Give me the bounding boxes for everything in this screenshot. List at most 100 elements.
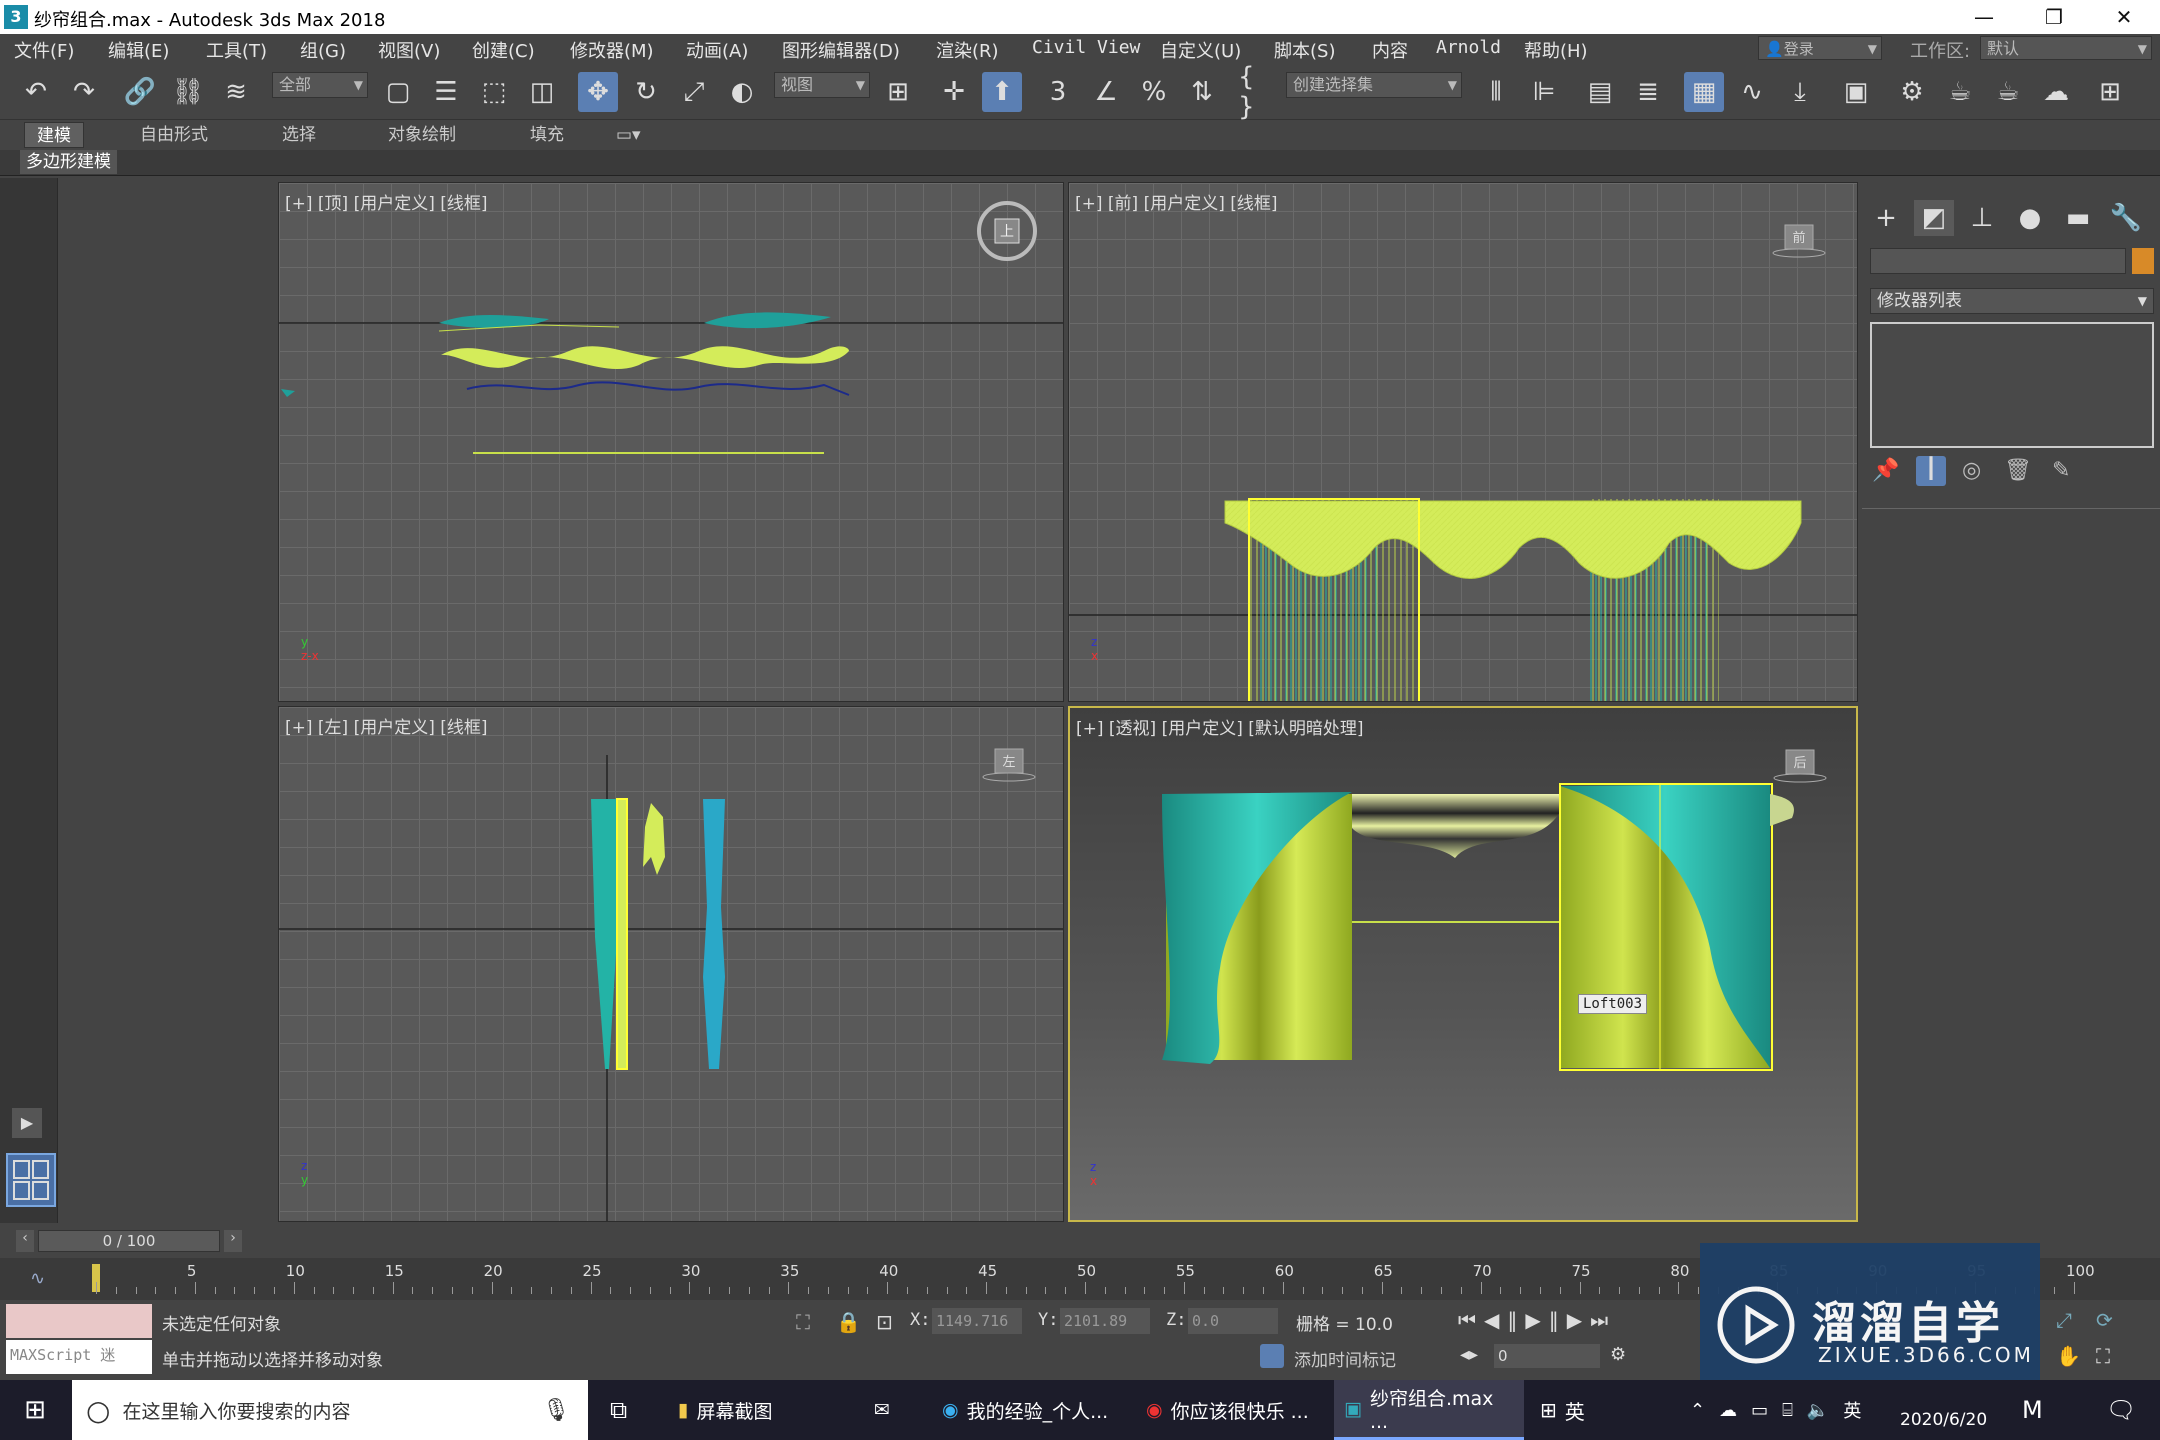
taskbar-date[interactable]: 2020/6/20 — [1900, 1410, 1987, 1430]
taskbar-item-edge[interactable]: ◉ 我的经验_个人... — [932, 1380, 1128, 1440]
reference-coord-dropdown[interactable]: 视图 ▼ — [774, 72, 870, 98]
zoom-extents-icon[interactable]: ⤢ — [2056, 1308, 2072, 1332]
ime-mode-icon[interactable]: M — [2012, 1380, 2053, 1440]
render-production-icon[interactable]: ☕ — [1988, 72, 2028, 112]
menu-content[interactable]: 内容 — [1372, 37, 1408, 63]
select-rotate-icon[interactable]: ↻ — [626, 72, 666, 112]
x-coord-field[interactable]: 1149.716 — [932, 1308, 1022, 1334]
menu-tools[interactable]: 工具(T) — [206, 37, 267, 63]
menu-civil-view[interactable]: Civil View — [1032, 37, 1140, 58]
go-to-end-icon[interactable]: ⏭ — [1590, 1308, 1616, 1332]
view-cube-icon[interactable]: 前 — [1769, 219, 1826, 273]
undo-icon[interactable]: ↶ — [16, 72, 56, 112]
absolute-mode-icon[interactable]: ⊡ — [876, 1310, 893, 1334]
scene-explorer-icon[interactable]: ▤ — [1580, 72, 1620, 112]
modifier-list-dropdown[interactable]: 修改器列表 ▼ — [1870, 288, 2154, 314]
z-coord-field[interactable]: 0.0 — [1188, 1308, 1278, 1334]
render-iterative-icon[interactable]: ☁ — [2036, 72, 2076, 112]
close-button[interactable]: ✕ — [2094, 2, 2154, 32]
key-mode-icon[interactable]: ◂▸ — [1460, 1344, 1478, 1365]
percent-snap-icon[interactable]: % — [1134, 72, 1174, 112]
rendered-frame-icon[interactable]: ☕ — [1940, 72, 1980, 112]
show-end-result-icon[interactable]: ┃ — [1916, 456, 1946, 486]
minimize-button[interactable]: — — [1954, 2, 2014, 32]
menu-customize[interactable]: 自定义(U) — [1160, 37, 1241, 63]
viewport-top[interactable]: [+] [顶] [用户定义] [线框] 上 y z-x — [278, 182, 1064, 702]
object-name-field[interactable] — [1870, 248, 2126, 274]
tab-modeling[interactable]: 建模 — [24, 122, 84, 148]
view-cube-icon[interactable]: 上 — [977, 201, 1037, 261]
restore-button[interactable]: ❐ — [2024, 2, 2084, 32]
make-unique-icon[interactable]: ◎ — [1962, 458, 1981, 483]
menu-rendering[interactable]: 渲染(R) — [936, 37, 999, 63]
curve-editor-icon[interactable]: ∿ — [1732, 72, 1772, 112]
maxscript-listener-top[interactable] — [6, 1304, 152, 1338]
menu-arnold[interactable]: Arnold — [1436, 37, 1501, 58]
remove-modifier-icon[interactable]: 🗑 — [2004, 458, 2032, 483]
display-tab-icon[interactable]: ▬ — [2058, 200, 2098, 236]
viewport-layout-icon[interactable] — [6, 1153, 56, 1207]
toggle-ribbon-icon[interactable]: ▦ — [1684, 72, 1724, 112]
redo-icon[interactable]: ↷ — [64, 72, 104, 112]
spinner-snap-icon[interactable]: ⇅ — [1182, 72, 1222, 112]
task-view-icon[interactable]: ⧉ — [600, 1380, 637, 1440]
menu-create[interactable]: 创建(C) — [472, 37, 535, 63]
modify-tab-icon[interactable]: ◩ — [1914, 200, 1954, 236]
schematic-view-icon[interactable]: ⤓ — [1780, 72, 1820, 112]
window-crossing-icon[interactable]: ◫ — [522, 72, 562, 112]
microphone-icon[interactable]: 🎙 — [542, 1398, 570, 1423]
tab-populate[interactable]: 填充 — [518, 122, 576, 148]
frame-slider-thumb[interactable]: 0 / 100 — [38, 1230, 220, 1252]
ime-toolbar[interactable]: ⊞ 英 — [1530, 1380, 1595, 1440]
selection-lock-icon[interactable]: 🔒 — [836, 1310, 861, 1334]
menu-help[interactable]: 帮助(H) — [1524, 37, 1588, 63]
create-tab-icon[interactable]: + — [1866, 200, 1906, 236]
maximize-viewport-icon[interactable]: ⛶ — [2096, 1344, 2110, 1368]
link-icon[interactable]: 🔗 — [120, 72, 160, 112]
rect-selection-icon[interactable]: ⬚ — [474, 72, 514, 112]
menu-group[interactable]: 组(G) — [300, 37, 346, 63]
modifier-stack[interactable] — [1870, 322, 2154, 448]
object-color-swatch[interactable] — [2132, 248, 2154, 274]
hierarchy-tab-icon[interactable]: ⊥ — [1962, 200, 2002, 236]
login-dropdown[interactable]: 👤登录 ▼ — [1758, 36, 1882, 60]
select-manipulate-icon[interactable]: ✛ — [934, 72, 974, 112]
pin-stack-icon[interactable]: 📌 — [1872, 458, 1899, 483]
select-move-icon[interactable]: ✥ — [578, 72, 618, 112]
tab-selection[interactable]: 选择 — [270, 122, 328, 148]
curve-editor-mini-icon[interactable]: ∿ — [30, 1268, 45, 1289]
select-object-icon[interactable]: ▢ — [378, 72, 418, 112]
mirror-icon[interactable]: ⫴ — [1476, 72, 1516, 112]
play-toggle-icon[interactable]: ▶ — [12, 1108, 42, 1138]
go-to-start-icon[interactable]: ⏮ — [1458, 1308, 1484, 1332]
isolate-selection-icon[interactable]: ⛶ — [796, 1310, 810, 1334]
menu-graph-editors[interactable]: 图形编辑器(D) — [782, 37, 900, 63]
next-key-icon[interactable]: ‖▶ — [1549, 1308, 1590, 1332]
menu-animation[interactable]: 动画(A) — [686, 37, 748, 63]
taskbar-item-screenshots[interactable]: ▮ 屏幕截图 — [668, 1380, 854, 1440]
prev-frame-icon[interactable]: ‹ — [16, 1230, 34, 1252]
system-tray[interactable]: ⌃ ☁ ▭ ⌸ 🔈 英 — [1680, 1380, 1871, 1440]
edit-named-selection-icon[interactable]: { } — [1238, 62, 1278, 122]
next-frame-icon[interactable]: › — [224, 1230, 242, 1252]
pivot-center-icon[interactable]: ⊞ — [878, 72, 918, 112]
menu-file[interactable]: 文件(F) — [14, 37, 74, 63]
menu-view[interactable]: 视图(V) — [378, 37, 440, 63]
selection-filter-dropdown[interactable]: 全部 ▼ — [272, 72, 368, 98]
select-place-icon[interactable]: ◐ — [722, 72, 762, 112]
prev-key-icon[interactable]: ◀‖ — [1484, 1308, 1525, 1332]
taskbar-search-box[interactable]: ○ 在这里输入你要搜索的内容 🎙 — [72, 1380, 588, 1440]
select-by-name-icon[interactable]: ☰ — [426, 72, 466, 112]
notification-icon[interactable]: 🗨 — [2096, 1380, 2146, 1440]
render-setup-icon[interactable]: ⚙ — [1892, 72, 1932, 112]
windows-start-icon[interactable]: ⊞ — [0, 1380, 70, 1440]
taskbar-item-3dsmax[interactable]: ▣ 纱帘组合.max ... — [1334, 1380, 1524, 1440]
utilities-tab-icon[interactable]: 🔧 — [2106, 200, 2146, 236]
tab-object-paint[interactable]: 对象绘制 — [376, 122, 468, 148]
motion-tab-icon[interactable]: ● — [2010, 200, 2050, 236]
render-a360-icon[interactable]: ⊞ — [2090, 72, 2130, 112]
angle-snap-icon[interactable]: ∠ — [1086, 72, 1126, 112]
view-cube-icon[interactable]: 后 — [1770, 744, 1827, 798]
bind-spacewarp-icon[interactable]: ≋ — [216, 72, 256, 112]
y-coord-field[interactable]: 2101.89 — [1060, 1308, 1150, 1334]
